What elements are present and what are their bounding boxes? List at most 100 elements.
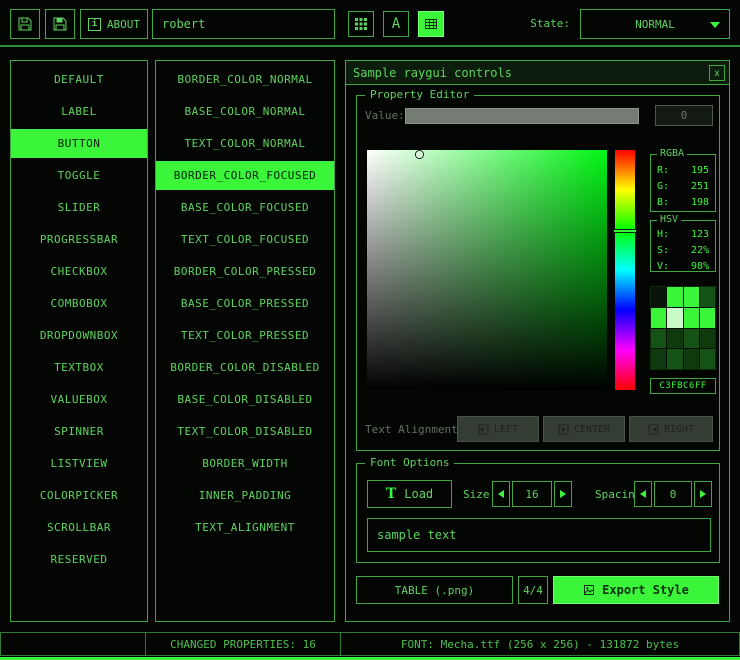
load-style-button[interactable] — [10, 9, 40, 39]
properties-list-item[interactable]: BORDER_COLOR_DISABLED — [156, 353, 334, 382]
hue-slider[interactable] — [615, 150, 635, 390]
properties-list-item[interactable]: BORDER_COLOR_FOCUSED — [156, 161, 334, 190]
spacing-decrement-button[interactable] — [634, 481, 652, 507]
grid-view-button[interactable] — [348, 11, 374, 37]
table-icon — [424, 17, 438, 31]
controls-list-item[interactable]: LABEL — [11, 97, 147, 126]
properties-list-item[interactable]: BORDER_WIDTH — [156, 449, 334, 478]
properties-list-item[interactable]: BASE_COLOR_FOCUSED — [156, 193, 334, 222]
spinner-right-icon — [560, 490, 566, 498]
controls-list-item[interactable]: SCROLLBAR — [11, 513, 147, 542]
hex-value-box[interactable]: C3FBC6FF — [650, 378, 716, 394]
style-name-input[interactable] — [152, 9, 335, 39]
controls-list-item[interactable]: LISTVIEW — [11, 449, 147, 478]
font-view-button[interactable]: A — [383, 11, 409, 37]
controls-list-item[interactable]: PROGRESSBAR — [11, 225, 147, 254]
font-options-label: Font Options — [365, 456, 454, 469]
controls-list-item[interactable]: TEXTBOX — [11, 353, 147, 382]
controls-list-item[interactable]: TOGGLE — [11, 161, 147, 190]
color-swatch[interactable] — [684, 308, 699, 328]
close-icon[interactable]: x — [709, 65, 725, 81]
properties-list-item[interactable]: TEXT_COLOR_NORMAL — [156, 129, 334, 158]
color-swatch[interactable] — [684, 349, 699, 369]
properties-list-item[interactable]: BASE_COLOR_PRESSED — [156, 289, 334, 318]
align-center-icon — [558, 424, 569, 435]
rgba-b-value: 198 — [691, 197, 709, 208]
properties-list-item[interactable]: TEXT_COLOR_PRESSED — [156, 321, 334, 350]
controls-list-item[interactable]: COLORPICKER — [11, 481, 147, 510]
properties-list-item[interactable]: INNER_PADDING — [156, 481, 334, 510]
controls-list-item[interactable]: SLIDER — [11, 193, 147, 222]
state-label: State: — [492, 17, 570, 30]
color-swatch[interactable] — [667, 329, 682, 349]
controls-list: DEFAULT LABEL BUTTON TOGGLE SLIDER PROGRESSBA… — [10, 60, 148, 622]
about-button[interactable]: i ABOUT — [80, 9, 148, 39]
controls-list-item[interactable]: RESERVED — [11, 545, 147, 574]
hsv-v-label: V: — [657, 261, 669, 272]
hue-cursor[interactable] — [613, 229, 637, 233]
color-swatch[interactable] — [700, 308, 715, 328]
color-swatch[interactable] — [700, 329, 715, 349]
color-swatch[interactable] — [684, 329, 699, 349]
properties-list-item[interactable]: TEXT_COLOR_FOCUSED — [156, 225, 334, 254]
align-right-button[interactable]: RIGHT — [629, 416, 713, 442]
property-editor-label: Property Editor — [365, 88, 474, 101]
controls-list-item[interactable]: VALUEBOX — [11, 385, 147, 414]
controls-list-item[interactable]: CHECKBOX — [11, 257, 147, 286]
properties-list-item[interactable]: TEXT_ALIGNMENT — [156, 513, 334, 542]
value-button[interactable]: 0 — [655, 105, 713, 126]
color-swatch[interactable] — [684, 287, 699, 307]
size-decrement-button[interactable] — [492, 481, 510, 507]
rgba-r-label: R: — [657, 165, 669, 176]
save-style-button[interactable] — [45, 9, 75, 39]
statusbar-changed-properties: CHANGED PROPERTIES: 16 — [145, 632, 341, 656]
sample-text-box[interactable]: sample text — [367, 518, 711, 552]
hsv-h-label: H: — [657, 229, 669, 240]
color-swatch[interactable] — [667, 287, 682, 307]
color-swatch[interactable] — [651, 329, 666, 349]
color-swatch[interactable] — [700, 287, 715, 307]
rgba-panel: RGBA R:195 G:251 B:198 — [650, 154, 716, 212]
color-swatch[interactable] — [651, 287, 666, 307]
controls-list-item[interactable]: SPINNER — [11, 417, 147, 446]
spacing-increment-button[interactable] — [694, 481, 712, 507]
controls-list-item[interactable]: DROPDOWNBOX — [11, 321, 147, 350]
info-icon: i — [88, 18, 101, 31]
window-titlebar[interactable]: Sample raygui controls — [346, 61, 729, 85]
color-swatch[interactable] — [700, 349, 715, 369]
hsv-s-label: S: — [657, 245, 669, 256]
size-increment-button[interactable] — [554, 481, 572, 507]
window-title: Sample raygui controls — [353, 66, 512, 80]
sample-controls-window: Sample raygui controls x Property Editor… — [345, 60, 730, 622]
properties-list-item[interactable]: BASE_COLOR_NORMAL — [156, 97, 334, 126]
controls-list-item[interactable]: DEFAULT — [11, 65, 147, 94]
size-value[interactable]: 16 — [512, 481, 552, 507]
rguistyler-app: i ABOUT A Stat — [0, 0, 740, 660]
export-format-button[interactable]: TABLE (.png) — [356, 576, 513, 604]
align-center-button[interactable]: CENTER — [543, 416, 625, 442]
export-style-label: Export Style — [602, 583, 689, 597]
property-editor-group: Property Editor Value: 0 RGBA R:195 G:25… — [356, 95, 720, 451]
controls-list-item[interactable]: BUTTON — [11, 129, 147, 158]
color-swatch[interactable] — [651, 308, 666, 328]
align-left-icon — [478, 424, 489, 435]
properties-list-item[interactable]: BORDER_COLOR_PRESSED — [156, 257, 334, 286]
properties-list-item[interactable]: BASE_COLOR_DISABLED — [156, 385, 334, 414]
color-saturation-panel[interactable] — [367, 150, 607, 390]
table-view-button[interactable] — [418, 11, 444, 37]
align-left-button[interactable]: LEFT — [457, 416, 539, 442]
properties-list-item[interactable]: TEXT_COLOR_DISABLED — [156, 417, 334, 446]
color-swatch[interactable] — [667, 349, 682, 369]
state-dropdown[interactable]: NORMAL — [580, 9, 730, 39]
spacing-value[interactable]: 0 — [654, 481, 692, 507]
properties-list-item[interactable]: BORDER_COLOR_NORMAL — [156, 65, 334, 94]
color-swatch[interactable] — [667, 308, 682, 328]
font-load-button[interactable]: T Load — [367, 480, 452, 508]
align-right-icon — [648, 424, 659, 435]
color-swatch[interactable] — [651, 349, 666, 369]
export-style-button[interactable]: Export Style — [553, 576, 719, 604]
value-slider[interactable] — [405, 108, 639, 124]
grid-icon — [354, 17, 368, 31]
color-cursor[interactable] — [416, 151, 423, 158]
controls-list-item[interactable]: COMBOBOX — [11, 289, 147, 318]
